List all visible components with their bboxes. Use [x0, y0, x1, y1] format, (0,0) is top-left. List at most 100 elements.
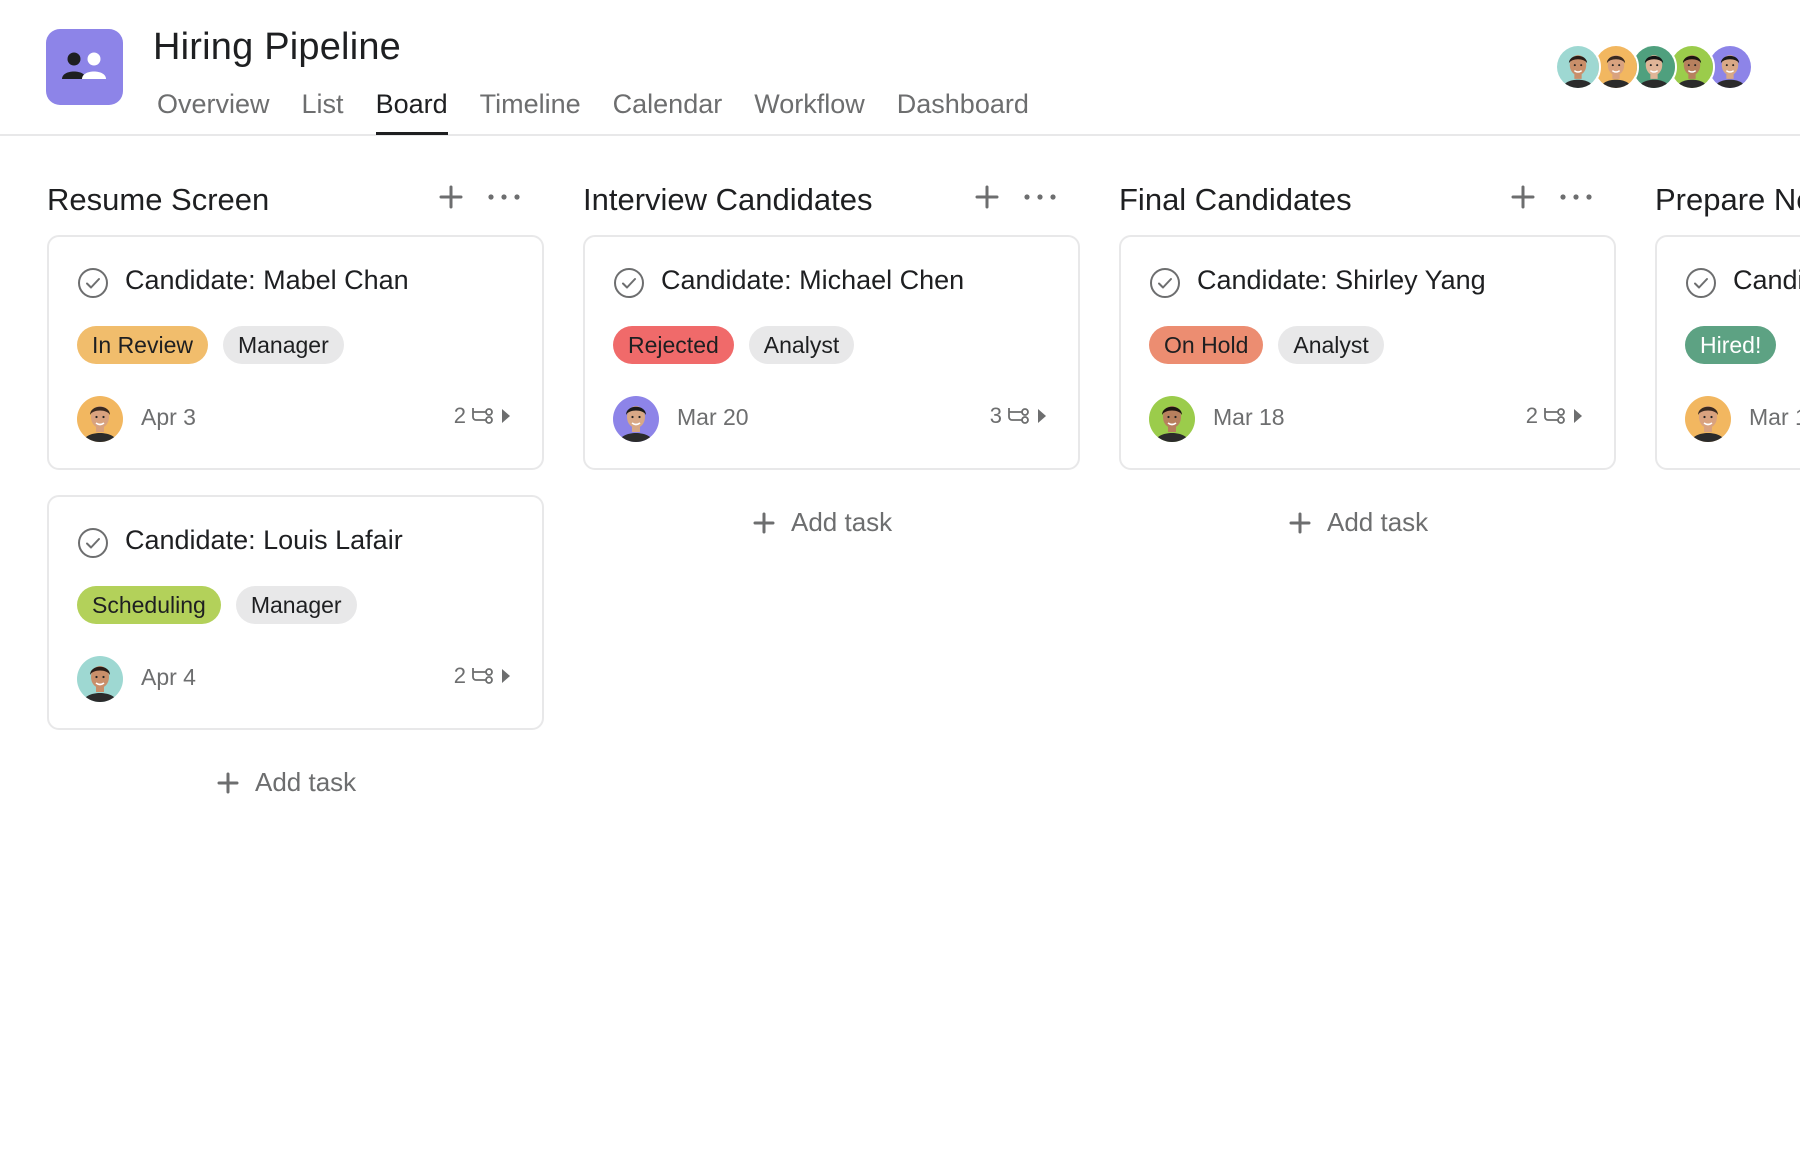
people-icon — [62, 52, 106, 79]
assignee-avatar[interactable] — [77, 656, 123, 702]
assignee-avatar[interactable] — [613, 396, 659, 442]
role-badge[interactable]: Analyst — [1278, 326, 1384, 364]
due-date[interactable]: Apr 3 — [141, 404, 196, 431]
caret-right-icon — [1038, 409, 1046, 423]
project-members-facepile[interactable] — [1555, 44, 1753, 92]
avatar-photo-icon — [77, 396, 123, 442]
complete-task-checkbox[interactable] — [1685, 267, 1717, 299]
column-title: Interview Candidates — [583, 182, 873, 217]
subtask-icon — [472, 408, 493, 424]
tab-calendar[interactable]: Calendar — [613, 84, 723, 136]
role-badge[interactable]: Manager — [235, 586, 357, 624]
plus-icon — [753, 512, 775, 533]
task-card[interactable]: Candidate: Michael Chen Rejected Analyst Ma… — [583, 235, 1080, 470]
role-badge[interactable]: Analyst — [748, 326, 855, 364]
task-tags: Hired! — [1685, 326, 1777, 364]
column-header: Interview Candidates — [583, 176, 1080, 224]
view-tabs: Overview List Board Timeline Calendar Wo… — [157, 84, 1061, 136]
complete-task-checkbox[interactable] — [613, 267, 645, 299]
board-column: Resume Screen Candidate: Mabel Chan In Rev… — [47, 176, 544, 797]
add-card-button[interactable] — [970, 180, 1004, 214]
tab-workflow[interactable]: Workflow — [754, 84, 865, 136]
project-icon[interactable] — [46, 29, 123, 105]
status-badge[interactable]: On Hold — [1149, 326, 1264, 364]
task-tags: Scheduling Manager — [77, 586, 357, 624]
check-circle-icon — [614, 268, 644, 298]
avatar-photo-icon — [1149, 396, 1195, 442]
check-circle-icon — [1686, 268, 1716, 298]
subtask-icon — [472, 668, 493, 684]
column-more-button[interactable] — [1556, 180, 1596, 214]
subtasks-toggle[interactable]: 2 — [454, 663, 512, 689]
plus-icon — [1289, 512, 1311, 533]
due-date[interactable]: Apr 4 — [141, 664, 196, 691]
more-horizontal-icon — [1024, 194, 1056, 200]
add-task-label: Add task — [1327, 507, 1429, 537]
status-badge[interactable]: In Review — [77, 326, 208, 364]
task-card[interactable]: Candidate: Louis Lafair Scheduling Manager… — [47, 495, 544, 730]
plus-icon — [217, 772, 239, 793]
avatar-photo-icon — [1633, 46, 1675, 88]
task-card[interactable]: Candi Hired! Mar 1 — [1655, 235, 1800, 470]
column-header: Prepare Ne — [1655, 176, 1800, 224]
task-card[interactable]: Candidate: Shirley Yang On Hold Analyst Mar… — [1119, 235, 1616, 470]
board-column: Final Candidates Candidate: Shirley Yang O… — [1119, 176, 1616, 537]
column-more-button[interactable] — [1020, 180, 1060, 214]
add-task-button[interactable]: Add task — [753, 507, 892, 538]
status-badge[interactable]: Scheduling — [77, 586, 221, 624]
column-title: Final Candidates — [1119, 182, 1352, 217]
avatar-photo-icon — [1595, 46, 1637, 88]
column-header: Final Candidates — [1119, 176, 1616, 224]
complete-task-checkbox[interactable] — [77, 267, 109, 299]
task-name: Candidate: Mabel Chan — [125, 265, 409, 295]
due-date[interactable]: Mar 1 — [1749, 404, 1800, 431]
member-avatar[interactable] — [1555, 44, 1601, 90]
task-name: Candidate: Shirley Yang — [1197, 265, 1486, 295]
caret-right-icon — [502, 409, 510, 423]
status-badge[interactable]: Rejected — [613, 326, 734, 364]
avatar-photo-icon — [1709, 46, 1751, 88]
subtask-icon — [1008, 408, 1029, 424]
status-badge[interactable]: Hired! — [1685, 326, 1777, 364]
column-more-button[interactable] — [484, 180, 524, 214]
assignee-avatar[interactable] — [1685, 396, 1731, 442]
tab-list[interactable]: List — [302, 84, 344, 136]
column-title: Prepare Ne — [1655, 182, 1800, 217]
more-horizontal-icon — [1560, 194, 1592, 200]
caret-right-icon — [1574, 409, 1582, 423]
check-circle-icon — [78, 268, 108, 298]
subtask-count: 2 — [1525, 403, 1538, 428]
task-card[interactable]: Candidate: Mabel Chan In Review Manager Apr… — [47, 235, 544, 470]
avatar-photo-icon — [1671, 46, 1713, 88]
project-title: Hiring Pipeline — [153, 26, 402, 68]
column-header: Resume Screen — [47, 176, 544, 224]
tab-board[interactable]: Board — [375, 84, 448, 136]
tab-dashboard[interactable]: Dashboard — [897, 84, 1029, 136]
due-date[interactable]: Mar 18 — [1213, 404, 1285, 431]
avatar-photo-icon — [613, 396, 659, 442]
add-card-button[interactable] — [1506, 180, 1540, 214]
add-card-button[interactable] — [434, 180, 468, 214]
subtask-icon — [1544, 408, 1565, 424]
subtask-count: 2 — [453, 403, 466, 428]
subtasks-toggle[interactable]: 2 — [1526, 403, 1584, 429]
role-badge[interactable]: Manager — [222, 326, 344, 364]
due-date[interactable]: Mar 20 — [677, 404, 749, 431]
assignee-avatar[interactable] — [1149, 396, 1195, 442]
tab-overview[interactable]: Overview — [157, 84, 270, 136]
avatar-photo-icon — [1685, 396, 1731, 442]
subtasks-toggle[interactable]: 2 — [454, 403, 512, 429]
add-task-label: Add task — [255, 767, 357, 797]
add-task-button[interactable]: Add task — [1289, 507, 1428, 538]
avatar-photo-icon — [77, 656, 123, 702]
assignee-avatar[interactable] — [77, 396, 123, 442]
task-name: Candidate: Louis Lafair — [125, 525, 403, 555]
subtasks-toggle[interactable]: 3 — [990, 403, 1048, 429]
add-task-label: Add task — [791, 507, 893, 537]
task-tags: Rejected Analyst — [613, 326, 855, 364]
subtask-count: 3 — [989, 403, 1002, 428]
complete-task-checkbox[interactable] — [77, 527, 109, 559]
tab-timeline[interactable]: Timeline — [480, 84, 581, 136]
complete-task-checkbox[interactable] — [1149, 267, 1181, 299]
add-task-button[interactable]: Add task — [217, 767, 356, 798]
